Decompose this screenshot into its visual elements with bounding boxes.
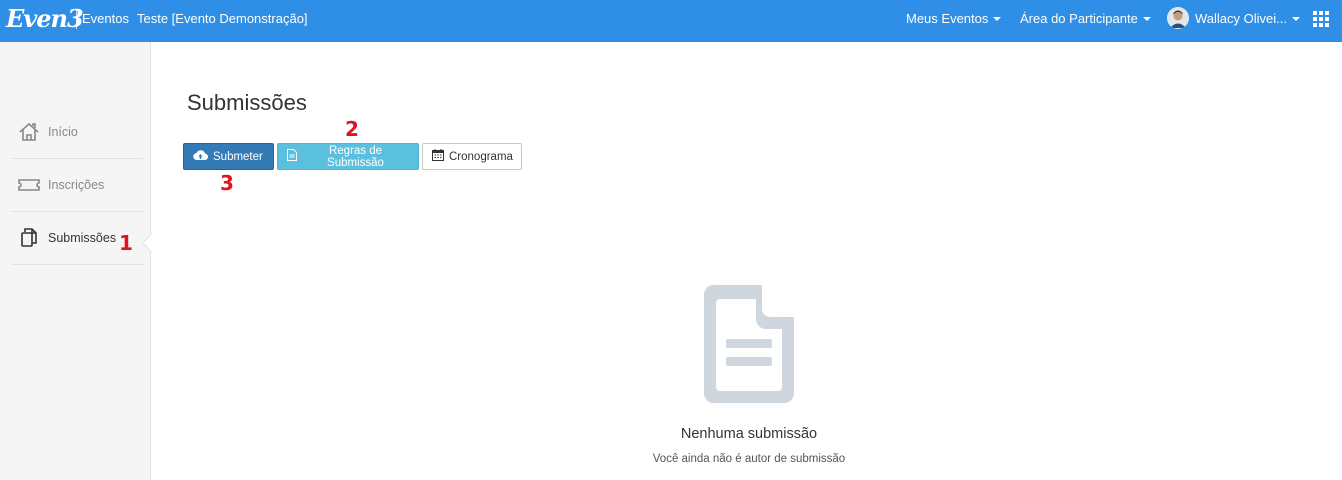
regras-submissao-button[interactable]: Regras de Submissão [277,143,419,170]
top-navbar: Even3 Eventos Teste [Evento Demonstração… [0,0,1342,42]
ticket-icon [18,174,40,196]
chevron-down-icon [1291,16,1300,21]
empty-state-subtitle: Você ainda não é autor de submissão [652,453,846,465]
area-participante-dropdown[interactable]: Área do Participante [1020,11,1151,26]
cronograma-button[interactable]: Cronograma [422,143,522,170]
sidebar-item-label: Início [48,125,78,139]
user-name: Wallacy Olivei... [1195,11,1287,26]
copy-documents-icon [18,227,40,249]
avatar[interactable] [1167,7,1189,29]
submeter-button[interactable]: Submeter [183,143,274,170]
brand-logo[interactable]: Even3 [6,4,84,33]
brand-divider [76,9,77,29]
sidebar: Início Inscrições Submissões [0,42,152,480]
document-icon [704,285,794,403]
area-participante-label: Área do Participante [1020,11,1138,26]
page-title: Submissões [187,90,307,115]
regras-label: Regras de Submissão [327,144,384,169]
apps-grid-icon[interactable] [1313,11,1329,27]
sidebar-item-inscricoes[interactable]: Inscrições [12,159,143,212]
meus-eventos-dropdown[interactable]: Meus Eventos [906,11,1002,26]
chevron-down-icon [993,16,1002,21]
sidebar-item-inicio[interactable]: Início [12,106,143,159]
cloud-upload-icon [193,149,209,164]
nav-eventos-link[interactable]: Eventos [82,11,129,26]
home-icon [18,121,40,143]
annotation-marker-2: 2 [345,117,359,141]
annotation-marker-1: 1 [119,231,133,255]
cronograma-label: Cronograma [449,150,513,163]
user-menu-dropdown[interactable]: Wallacy Olivei... [1195,11,1300,26]
chevron-down-icon [1142,16,1151,21]
sidebar-item-label: Inscrições [48,178,105,192]
empty-state-title: Nenhuma submissão [680,426,818,442]
annotation-marker-3: 3 [220,171,234,195]
submeter-label: Submeter [213,150,263,163]
sidebar-item-label: Submissões [48,231,117,245]
meus-eventos-label: Meus Eventos [906,11,989,26]
calendar-icon [432,149,444,164]
file-text-icon [287,149,297,164]
nav-event-name-link[interactable]: Teste [Evento Demonstração] [137,11,308,26]
active-pointer [142,233,152,253]
